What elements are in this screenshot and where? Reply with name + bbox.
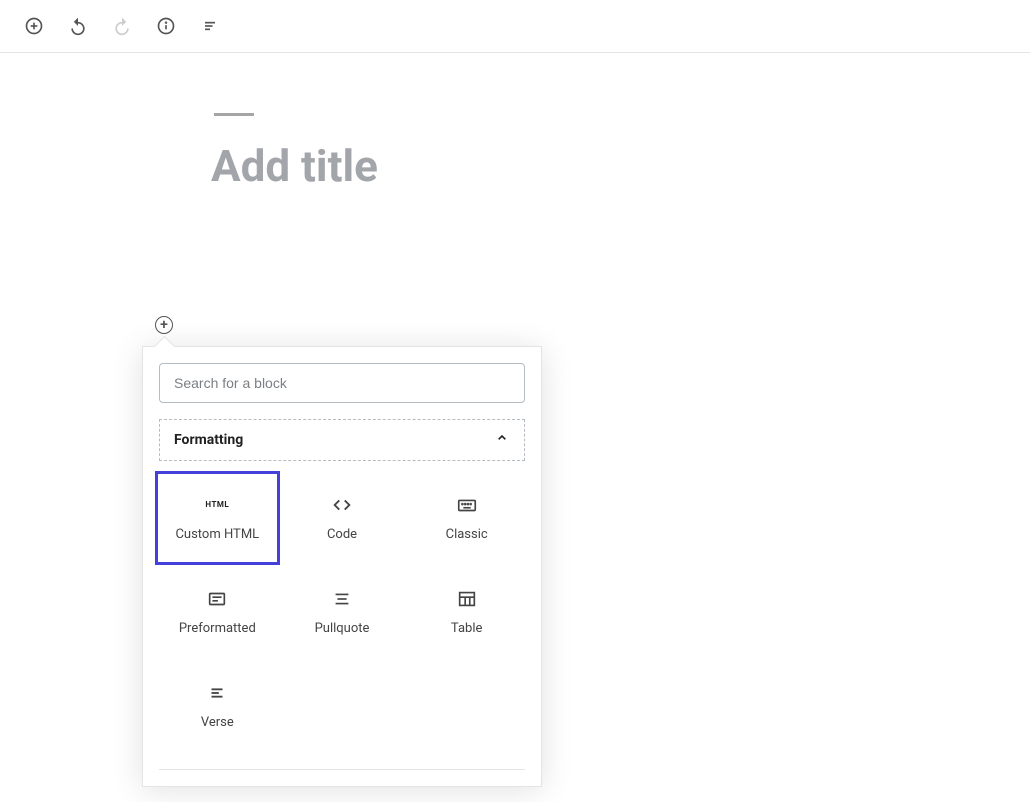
add-block-button[interactable]: [16, 8, 52, 44]
panel-title: Formatting: [174, 432, 243, 448]
formatting-panel-header[interactable]: Formatting: [159, 419, 525, 461]
code-icon: [331, 495, 353, 515]
top-toolbar: [0, 0, 1030, 53]
title-divider: [214, 113, 254, 116]
block-navigation-button[interactable]: [192, 8, 228, 44]
block-label: Preformatted: [179, 621, 256, 636]
block-label: Table: [451, 621, 482, 636]
block-label: Verse: [201, 715, 234, 730]
html-icon: HTML: [205, 495, 229, 515]
block-verse[interactable]: Verse: [155, 659, 280, 753]
block-pullquote[interactable]: Pullquote: [280, 565, 405, 659]
blocks-grid: HTML Custom HTML Code Classic: [143, 461, 541, 753]
title-block[interactable]: Add title: [207, 113, 1030, 192]
preformatted-icon: [206, 589, 228, 609]
block-label: Pullquote: [315, 621, 370, 636]
verse-icon: [206, 683, 228, 703]
block-search-input[interactable]: [159, 363, 525, 403]
block-table[interactable]: Table: [404, 565, 529, 659]
chevron-up-icon: [494, 430, 510, 450]
keyboard-icon: [456, 495, 478, 515]
block-custom-html[interactable]: HTML Custom HTML: [155, 471, 280, 565]
content-info-button[interactable]: [148, 8, 184, 44]
block-classic[interactable]: Classic: [404, 471, 529, 565]
popover-divider: [159, 769, 525, 770]
undo-button[interactable]: [60, 8, 96, 44]
block-inserter-popover: Formatting HTML Custom HTML Code: [142, 346, 542, 787]
table-icon: [456, 589, 478, 609]
title-placeholder[interactable]: Add title: [207, 140, 1030, 192]
block-code[interactable]: Code: [280, 471, 405, 565]
block-preformatted[interactable]: Preformatted: [155, 565, 280, 659]
block-label: Custom HTML: [175, 527, 259, 542]
editor-area: Add title Formatting HTML Custom HTML: [0, 53, 1030, 192]
redo-button[interactable]: [104, 8, 140, 44]
inserter-toggle-button[interactable]: [155, 316, 173, 334]
pullquote-icon: [331, 589, 353, 609]
block-label: Code: [327, 527, 357, 542]
block-label: Classic: [446, 527, 488, 542]
search-wrapper: [143, 347, 541, 419]
